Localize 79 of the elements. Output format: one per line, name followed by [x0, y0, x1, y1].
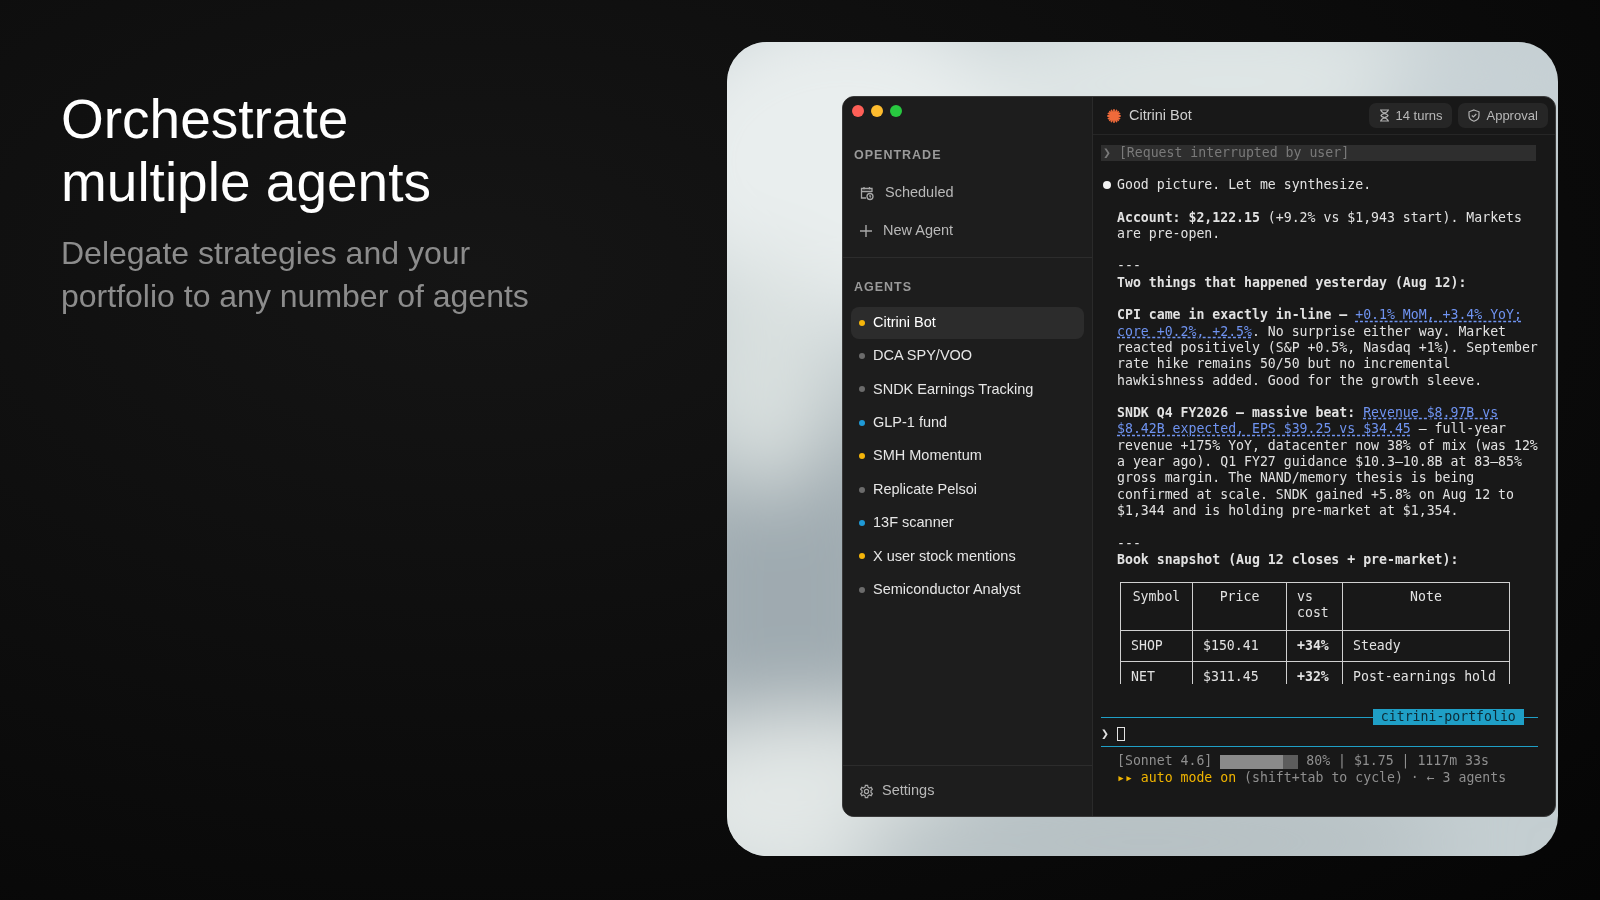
agent-name: X user stock mentions	[873, 546, 1016, 566]
agent-name: Semiconductor Analyst	[873, 579, 1021, 599]
session-tag: citrini-portfolio	[1372, 709, 1524, 726]
agent-item[interactable]: DCA SPY/VOO	[851, 339, 1084, 373]
agent-name: Replicate Pelsoi	[873, 479, 977, 499]
agent-item[interactable]: GLP-1 fund	[851, 406, 1084, 440]
hero-subtitle-line: Delegate strategies and your	[61, 234, 472, 273]
message-line: $1,344 and is holding pre-market at $1,354.	[1117, 502, 1459, 520]
agent-item[interactable]: SNDK Earnings Tracking	[851, 373, 1084, 406]
message-line: reacted positively (S&P +0.5%, Nasdaq +1%). September	[1117, 339, 1538, 357]
window-control-icon[interactable]	[852, 105, 864, 117]
message-line: confirmed at scale. SNDK gained +5.8% on Aug 12 to	[1117, 486, 1514, 503]
usage-stats: 80% | $1.75 | 1117m 33s	[1306, 753, 1489, 770]
section-heading: AGENTS	[854, 278, 914, 296]
agent-name: 13F scanner	[873, 513, 954, 533]
chat-title: Citrini Bot	[1129, 105, 1192, 125]
link[interactable]: +0.1% MoM, +3.4% YoY;	[1355, 307, 1522, 324]
message-text: CPI came in exactly in-line —	[1117, 307, 1349, 324]
hero-title-line: multiple agents	[61, 151, 432, 214]
section-heading: Book snapshot (Aug 12 closes + pre-market):	[1117, 551, 1459, 569]
table-cell: Steady	[1342, 630, 1510, 662]
column-header: Note	[1342, 582, 1510, 631]
agent-name: SMH Momentum	[873, 446, 982, 466]
header-chip[interactable]: Approval	[1458, 103, 1548, 128]
header-chip[interactable]: 14 turns	[1368, 103, 1453, 128]
window-control-icon[interactable]	[890, 105, 902, 117]
message-line: hawkishness added. Good for the growth sleeve.	[1117, 372, 1483, 389]
agent-name: DCA SPY/VOO	[873, 346, 973, 366]
table-cell: SHOP	[1120, 630, 1193, 662]
mode-label: ▸▸ auto mode on	[1117, 769, 1237, 786]
message-line: Account: $2,122.15 (+9.2% vs $1,943 start). Markets	[1117, 209, 1522, 226]
prompt-symbol: ❯	[1101, 726, 1109, 743]
table-cell: NET	[1120, 661, 1193, 685]
agent-item[interactable]: Semiconductor Analyst	[851, 573, 1084, 606]
link[interactable]: core +0.2%, +2.5%	[1117, 323, 1252, 340]
table-cell: +34%	[1286, 630, 1343, 662]
agent-item[interactable]: Citrini Bot	[851, 306, 1084, 339]
agent-item[interactable]: 13F scanner	[851, 506, 1084, 540]
mode-hint: (shift+tab to cycle) · ← 3 agents	[1244, 769, 1507, 786]
hero-subtitle-line: portfolio to any number of agents	[61, 277, 530, 316]
message-text: SNDK Q4 FY2026 — massive beat:	[1117, 405, 1357, 422]
message-line: rate hike remains 50/50 but no incremental	[1117, 356, 1451, 373]
shield-check-icon	[1468, 109, 1481, 122]
message-text: . No surprise either way. Market	[1252, 323, 1507, 340]
message-line: revenue +175% YoY, datacenter now 38% of mix (was 12%	[1117, 437, 1538, 455]
hourglass-icon	[1378, 109, 1390, 122]
agent-item[interactable]: Replicate Pelsoi	[851, 473, 1084, 506]
interrupted-message: ❯ [Request interrupted by user]	[1101, 145, 1536, 161]
column-header: vs cost	[1286, 582, 1343, 631]
hero-title-line: Orchestrate	[61, 88, 350, 151]
calendar-clock-icon	[859, 184, 875, 201]
nav-item[interactable]: New Agent	[851, 212, 1084, 249]
message-text: — full-year	[1417, 421, 1507, 438]
asterisk-icon	[1107, 108, 1121, 123]
column-header: Price	[1192, 582, 1287, 631]
model-label: [Sonnet 4.6]	[1117, 753, 1213, 770]
agent-name: SNDK Earnings Tracking	[873, 379, 1034, 399]
markdown-rule: ---	[1117, 535, 1141, 551]
message-line: are pre-open.	[1117, 225, 1221, 243]
window-control-icon[interactable]	[871, 105, 883, 117]
message-line: gross margin. The NAND/memory thesis is being	[1117, 470, 1475, 487]
section-heading: Two things that happened yesterday (Aug 12):	[1117, 274, 1467, 292]
agent-item[interactable]: X user stock mentions	[851, 540, 1084, 573]
markdown-rule: ---	[1117, 258, 1141, 274]
assistant-message: Good picture. Let me synthesize.	[1117, 177, 1372, 194]
agent-item[interactable]: SMH Momentum	[851, 440, 1084, 473]
link[interactable]: Revenue $8.97B vs	[1363, 405, 1499, 422]
table-cell: $150.41	[1192, 630, 1287, 662]
agent-name: Citrini Bot	[873, 312, 936, 332]
column-header: Symbol	[1120, 582, 1193, 631]
link[interactable]: $8.42B expected, EPS $39.25 vs $34.45	[1117, 421, 1411, 438]
plus-icon	[859, 223, 873, 238]
nav-item[interactable]: Scheduled	[851, 174, 1084, 211]
section-heading: OPENTRADE	[854, 147, 943, 164]
message-line: a year ago). Q1 FY27 guidance $10.3–10.8B at 83–85%	[1117, 454, 1522, 471]
text-cursor	[1116, 727, 1125, 742]
agent-name: GLP-1 fund	[873, 413, 948, 432]
settings-item[interactable]: Settings	[851, 776, 1084, 806]
settings-icon	[859, 783, 874, 799]
